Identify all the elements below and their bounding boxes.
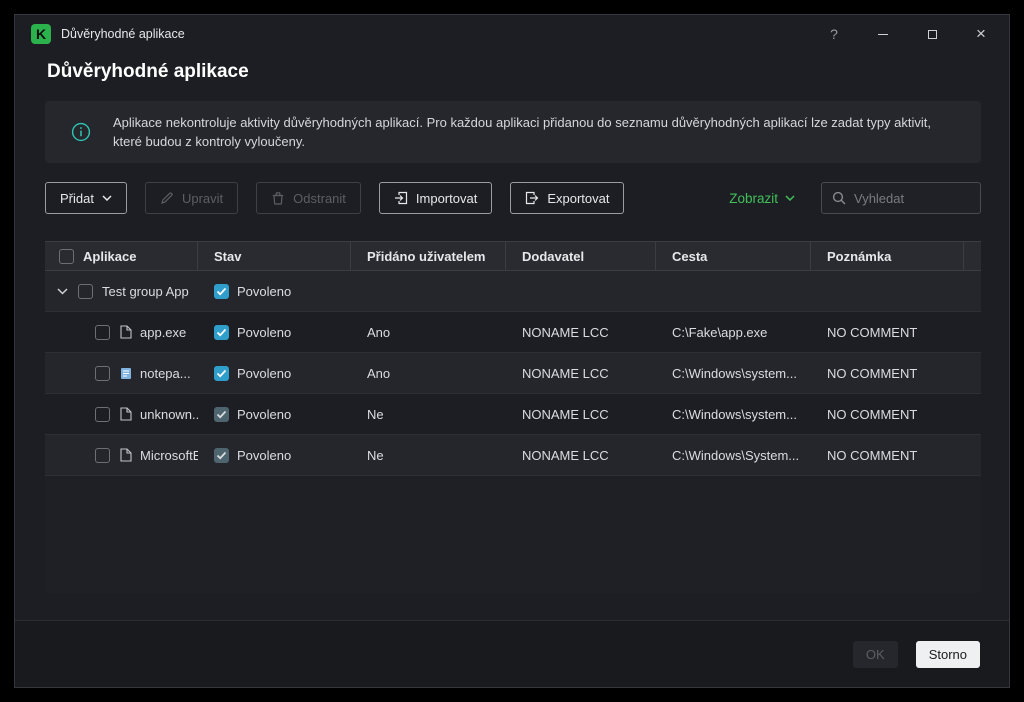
add-button-label: Přidat xyxy=(60,190,94,206)
pencil-icon xyxy=(160,191,174,205)
window-title: Důvěryhodné aplikace xyxy=(61,27,185,41)
cell-vendor: NONAME LCC xyxy=(522,365,609,381)
cell-path: C:\Windows\system... xyxy=(672,406,797,422)
add-button[interactable]: Přidat xyxy=(45,182,127,214)
export-button[interactable]: Exportovat xyxy=(510,182,625,214)
app-name: app.exe xyxy=(140,324,187,340)
column-header-added-by-user: Přidáno uživatelem xyxy=(351,242,506,270)
cell-added: Ano xyxy=(367,365,391,381)
column-header-path: Cesta xyxy=(656,242,811,270)
column-header-comment: Poznámka xyxy=(811,242,964,270)
cancel-button[interactable]: Storno xyxy=(915,640,980,668)
status-label: Povoleno xyxy=(237,406,292,422)
cell-added: Ne xyxy=(367,447,384,463)
select-all-checkbox[interactable] xyxy=(59,248,74,264)
info-banner: Aplikace nekontroluje aktivity důvěryhod… xyxy=(45,101,981,163)
row-checkbox[interactable] xyxy=(95,324,110,340)
file-icon xyxy=(120,448,132,462)
group-row[interactable]: Test group App Povoleno xyxy=(45,271,981,312)
row-checkbox[interactable] xyxy=(95,365,110,381)
cell-path: C:\Windows\System... xyxy=(672,447,800,463)
ok-button[interactable]: OK xyxy=(852,640,898,668)
status-label: Povoleno xyxy=(237,324,292,340)
view-button-label: Zobrazit xyxy=(729,190,778,206)
cell-path: C:\Windows\system... xyxy=(672,365,797,381)
table-row[interactable]: MicrosoftE... Povoleno Ne NONAME LCC C:\… xyxy=(45,435,981,476)
minimize-icon xyxy=(878,33,888,35)
titlebar: K Důvěryhodné aplikace ? × xyxy=(15,15,1009,53)
table-header: Aplikace Stav Přidáno uživatelem Dodavat… xyxy=(45,241,981,271)
maximize-icon xyxy=(927,29,937,39)
kaspersky-logo-icon: K xyxy=(31,24,51,44)
app-name: notepa... xyxy=(140,365,191,381)
cell-comment: NO COMMENT xyxy=(827,406,918,422)
status-checkbox[interactable] xyxy=(214,447,229,463)
cell-added: Ano xyxy=(367,324,391,340)
column-header-spacer xyxy=(964,242,981,270)
view-button[interactable]: Zobrazit xyxy=(729,191,795,206)
search-input[interactable] xyxy=(854,190,970,206)
help-button[interactable]: ? xyxy=(824,24,844,44)
cell-vendor: NONAME LCC xyxy=(522,406,609,422)
file-icon xyxy=(120,407,132,421)
cell-vendor: NONAME LCC xyxy=(522,447,609,463)
table-row[interactable]: notepa... Povoleno Ano NONAME LCC C:\Win… xyxy=(45,353,981,394)
chevron-down-icon xyxy=(785,195,795,201)
cell-comment: NO COMMENT xyxy=(827,447,918,463)
close-button[interactable]: × xyxy=(971,24,991,44)
export-button-label: Exportovat xyxy=(547,190,610,206)
column-header-application: Aplikace xyxy=(45,242,198,270)
delete-button-label: Odstranit xyxy=(293,190,346,206)
status-label: Povoleno xyxy=(237,447,292,463)
column-header-status: Stav xyxy=(198,242,351,270)
search-box xyxy=(821,182,981,214)
group-name: Test group App xyxy=(102,283,189,299)
apps-table: Aplikace Stav Přidáno uživatelem Dodavat… xyxy=(45,241,981,593)
app-window: K Důvěryhodné aplikace ? × Důvěryhodné a… xyxy=(14,14,1010,688)
edit-button[interactable]: Upravit xyxy=(144,182,239,214)
page-title: Důvěryhodné aplikace xyxy=(47,61,249,82)
status-checkbox[interactable] xyxy=(214,365,229,381)
row-checkbox[interactable] xyxy=(95,447,110,463)
notepad-icon xyxy=(120,366,132,380)
cell-comment: NO COMMENT xyxy=(827,324,918,340)
table-row[interactable]: app.exe Povoleno Ano NONAME LCC C:\Fake\… xyxy=(45,312,981,353)
cell-path: C:\Fake\app.exe xyxy=(672,324,768,340)
delete-button[interactable]: Odstranit xyxy=(256,182,361,214)
app-name: MicrosoftE... xyxy=(140,447,198,463)
import-icon xyxy=(394,191,408,205)
export-icon xyxy=(525,191,539,205)
import-button-label: Importovat xyxy=(415,190,478,206)
collapse-chevron-icon[interactable] xyxy=(57,287,68,295)
chevron-down-icon xyxy=(102,195,112,201)
app-name: unknown.... xyxy=(140,406,198,422)
trash-icon xyxy=(271,191,285,205)
table-row[interactable]: unknown.... Povoleno Ne NONAME LCC C:\Wi… xyxy=(45,394,981,435)
file-icon xyxy=(120,325,132,339)
status-label: Povoleno xyxy=(237,365,292,381)
column-header-vendor: Dodavatel xyxy=(506,242,656,270)
row-checkbox[interactable] xyxy=(78,283,93,299)
status-checkbox[interactable] xyxy=(214,283,229,299)
info-text: Aplikace nekontroluje aktivity důvěryhod… xyxy=(113,114,932,150)
maximize-button[interactable] xyxy=(922,24,942,44)
minimize-button[interactable] xyxy=(873,24,893,44)
search-icon xyxy=(832,191,846,205)
cell-added: Ne xyxy=(367,406,384,422)
import-button[interactable]: Importovat xyxy=(378,182,493,214)
footer: OK Storno xyxy=(15,620,1009,687)
info-icon xyxy=(71,122,91,142)
cell-comment: NO COMMENT xyxy=(827,365,918,381)
column-header-label: Aplikace xyxy=(83,248,137,264)
status-checkbox[interactable] xyxy=(214,406,229,422)
edit-button-label: Upravit xyxy=(181,190,224,206)
toolbar: Přidat Upravit Odstranit Importovat Expo… xyxy=(45,182,981,214)
status-checkbox[interactable] xyxy=(214,324,229,340)
status-label: Povoleno xyxy=(237,283,292,299)
cell-vendor: NONAME LCC xyxy=(522,324,609,340)
row-checkbox[interactable] xyxy=(95,406,110,422)
